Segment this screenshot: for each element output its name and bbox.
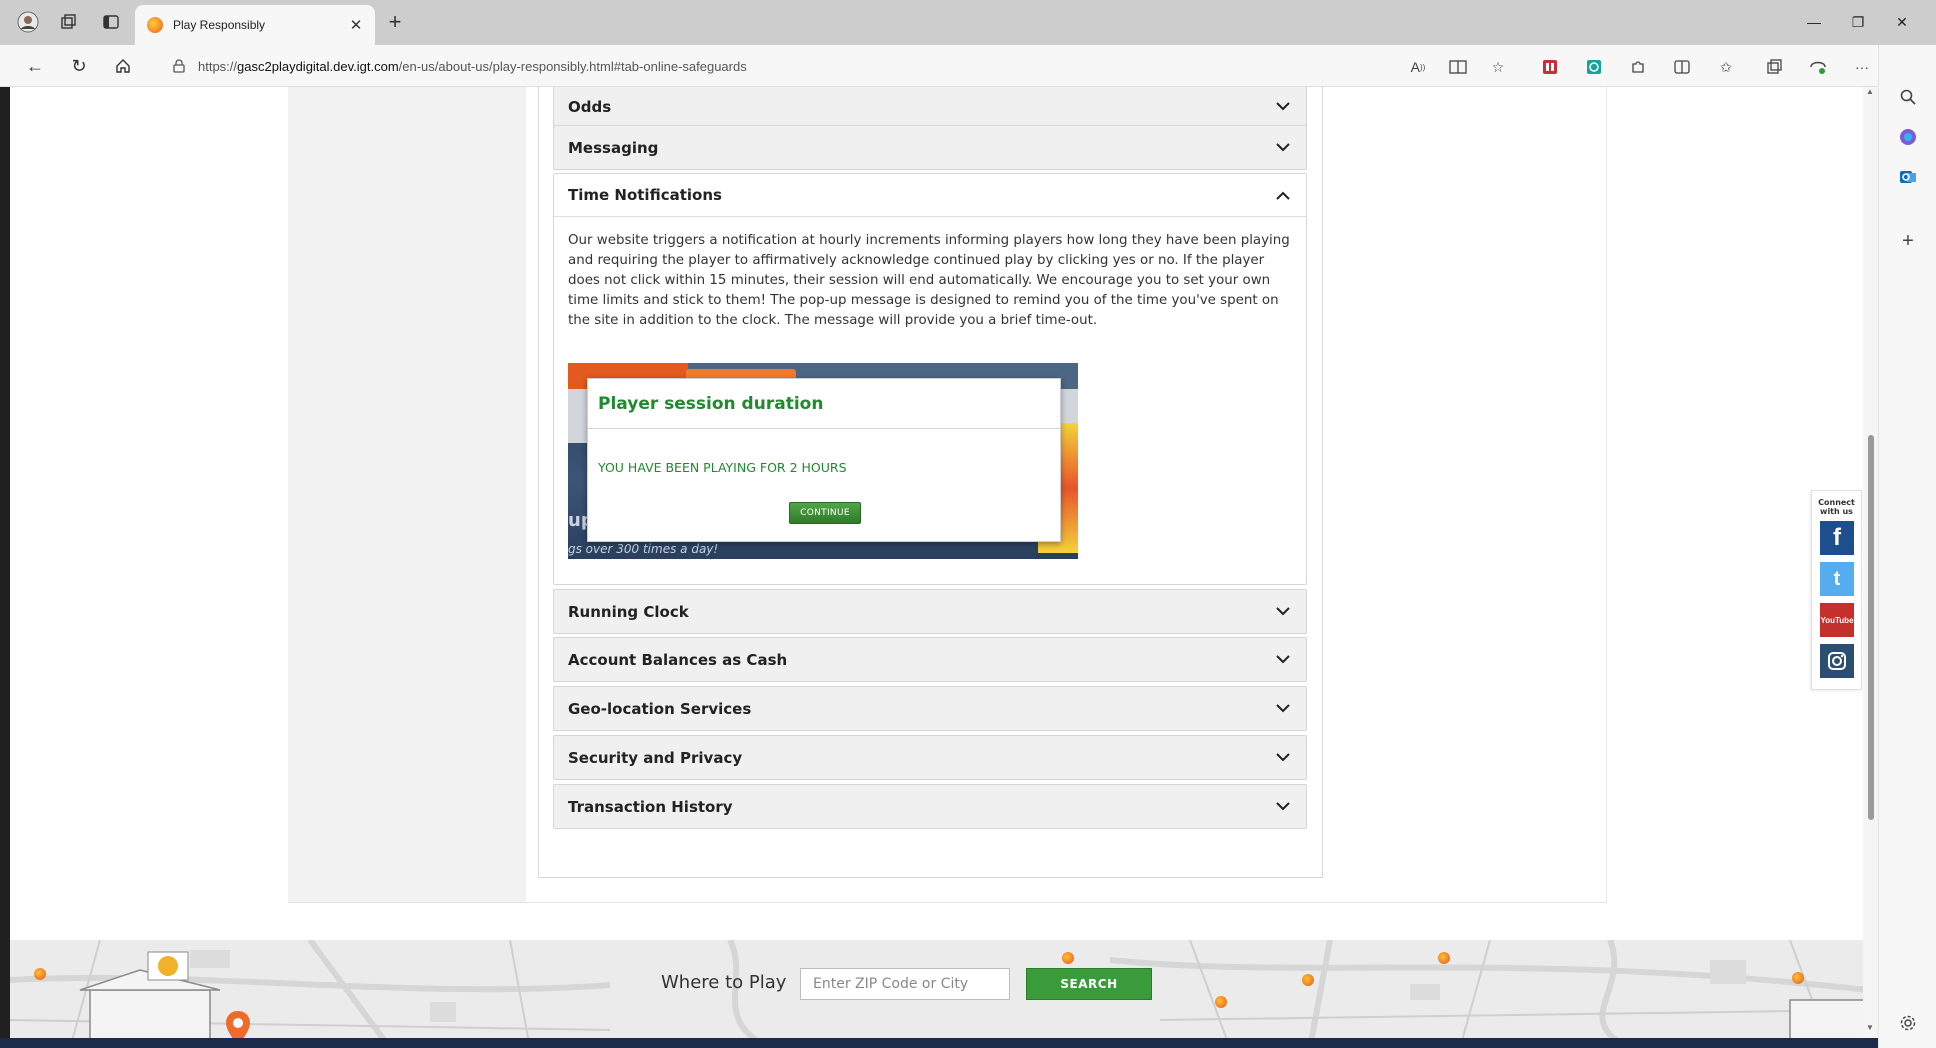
workspaces-icon[interactable]: [58, 11, 80, 33]
sidebar-search-icon[interactable]: [1896, 85, 1920, 109]
page-content: Odds Messaging Time Notifications Our we…: [10, 87, 1868, 1048]
tab-title: Play Responsibly: [173, 18, 266, 32]
chevron-down-icon[interactable]: [1274, 700, 1292, 718]
favorite-star-icon[interactable]: ☆: [1488, 57, 1508, 77]
url-domain: gasc2playdigital.dev.igt.com: [237, 58, 399, 74]
content-divider: [288, 902, 1607, 903]
accordion-title: Transaction History: [568, 797, 733, 816]
youtube-icon[interactable]: YouTube: [1820, 603, 1854, 637]
restore-icon[interactable]: ❐: [1836, 8, 1880, 36]
modal-message: YOU HAVE BEEN PLAYING FOR 2 HOURS: [598, 460, 847, 475]
chevron-down-icon[interactable]: [1274, 139, 1292, 157]
left-sidebar-panel: [288, 87, 526, 903]
sidebar-copilot-app-icon[interactable]: [1896, 125, 1920, 149]
accordion-title: Running Clock: [568, 602, 689, 621]
extension-teal-icon[interactable]: [1584, 57, 1604, 77]
chevron-down-icon[interactable]: [1274, 603, 1292, 621]
profile-avatar-icon[interactable]: [17, 11, 39, 33]
screenshot-bg-subtext: gs over 300 times a day!: [568, 542, 719, 556]
right-panel: [1332, 87, 1607, 903]
chevron-down-icon[interactable]: [1274, 798, 1292, 816]
accordion-item-odds[interactable]: Odds: [553, 87, 1307, 130]
close-window-icon[interactable]: ✕: [1880, 8, 1924, 36]
extensions-puzzle-icon[interactable]: [1628, 57, 1648, 77]
performance-icon[interactable]: [1808, 57, 1828, 77]
accordion-item-transaction-history[interactable]: Transaction History: [553, 784, 1307, 829]
online-safeguards-accordion: Odds Messaging Time Notifications Our we…: [538, 87, 1323, 878]
split-screen-icon[interactable]: [1672, 57, 1692, 77]
immersive-reader-icon[interactable]: [1448, 57, 1468, 77]
url-path: /en-us/about-us/play-responsibly.html#ta…: [398, 58, 747, 74]
edge-sidebar: +: [1878, 45, 1936, 1048]
home-icon[interactable]: [110, 54, 136, 78]
where-to-play-map: Where to Play SEARCH: [10, 940, 1868, 1048]
sidebar-add-icon[interactable]: +: [1896, 229, 1920, 253]
chevron-up-icon[interactable]: [1274, 186, 1292, 204]
map-location-pin-icon[interactable]: [1792, 972, 1804, 984]
accordion-item-messaging[interactable]: Messaging: [553, 125, 1307, 170]
accordion-title: Security and Privacy: [568, 748, 743, 767]
accordion-item-security[interactable]: Security and Privacy: [553, 735, 1307, 780]
extension-red-icon[interactable]: [1540, 57, 1560, 77]
minimize-icon[interactable]: —: [1792, 8, 1836, 36]
map-location-pin-icon[interactable]: [1215, 996, 1227, 1008]
tab-play-responsibly[interactable]: Play Responsibly ✕: [135, 5, 375, 45]
collections-icon[interactable]: [1764, 57, 1784, 77]
accordion-item-running-clock[interactable]: Running Clock: [553, 589, 1307, 634]
accordion-title: Geo-location Services: [568, 699, 752, 718]
refresh-icon[interactable]: ↻: [66, 54, 92, 78]
time-notifications-description: Our website triggers a notification at h…: [568, 233, 1290, 328]
map-location-pin-icon[interactable]: [1302, 974, 1314, 986]
where-to-play-label: Where to Play: [661, 972, 787, 993]
social-connect-bar: Connect with us f t YouTube: [1811, 490, 1862, 690]
social-label: Connect with us: [1818, 498, 1855, 516]
vertical-tabs-icon[interactable]: [100, 11, 122, 33]
search-button[interactable]: SEARCH: [1026, 968, 1152, 1000]
sidebar-settings-icon[interactable]: [1896, 1011, 1920, 1035]
accordion-title: Account Balances as Cash: [568, 650, 788, 669]
accordion-header-time-notifications[interactable]: Time Notifications: [554, 174, 1306, 217]
sidebar-outlook-icon[interactable]: [1896, 165, 1920, 189]
close-tab-icon[interactable]: ✕: [345, 16, 367, 34]
new-tab-icon[interactable]: +: [383, 10, 407, 34]
map-location-pin-icon[interactable]: [1438, 952, 1450, 964]
scroll-down-icon[interactable]: ▼: [1866, 1023, 1874, 1032]
chevron-down-icon[interactable]: [1274, 651, 1292, 669]
continue-button: CONTINUE: [789, 502, 861, 524]
accordion-title: Messaging: [568, 138, 659, 157]
session-duration-modal: Player session duration YOU HAVE BEEN PL…: [587, 378, 1061, 542]
chevron-down-icon[interactable]: [1274, 98, 1292, 116]
taskbar-edge: [0, 1038, 1878, 1048]
twitter-icon[interactable]: t: [1820, 562, 1854, 596]
lock-icon: [173, 59, 185, 73]
session-popup-screenshot: up gs over 300 times a day! Player sessi…: [568, 363, 1078, 559]
accordion-item-account-balances[interactable]: Account Balances as Cash: [553, 637, 1307, 682]
chevron-down-icon[interactable]: [1274, 749, 1292, 767]
more-menu-icon[interactable]: ···: [1852, 57, 1872, 77]
address-bar[interactable]: https://gasc2playdigital.dev.igt.com/en-…: [158, 49, 1408, 83]
favorites-icon[interactable]: ✩: [1716, 57, 1736, 77]
facebook-icon[interactable]: f: [1820, 521, 1854, 555]
modal-title: Player session duration: [588, 379, 1060, 429]
scrollbar-thumb[interactable]: [1868, 435, 1874, 820]
zip-code-input[interactable]: [800, 968, 1010, 1000]
accordion-title: Time Notifications: [568, 186, 722, 204]
read-aloud-icon[interactable]: A)): [1408, 57, 1428, 77]
url-prefix: https://: [198, 58, 238, 74]
instagram-icon[interactable]: [1820, 644, 1854, 678]
browser-toolbar: ← ↻ https://gasc2playdigital.dev.igt.com…: [0, 45, 1936, 87]
map-location-pin-icon[interactable]: [34, 968, 46, 980]
accordion-item-geolocation[interactable]: Geo-location Services: [553, 686, 1307, 731]
accordion-item-time-notifications: Time Notifications Our website triggers …: [553, 173, 1307, 585]
browser-tab-bar: Play Responsibly ✕ + — ❐ ✕: [0, 0, 1936, 45]
accordion-title: Odds: [568, 97, 612, 116]
map-location-pin-icon[interactable]: [1062, 952, 1074, 964]
back-icon[interactable]: ←: [22, 54, 48, 78]
page-scrollbar[interactable]: ▲ ▼: [1863, 87, 1878, 1048]
site-favicon-icon: [147, 17, 163, 33]
scroll-up-icon[interactable]: ▲: [1866, 87, 1874, 96]
